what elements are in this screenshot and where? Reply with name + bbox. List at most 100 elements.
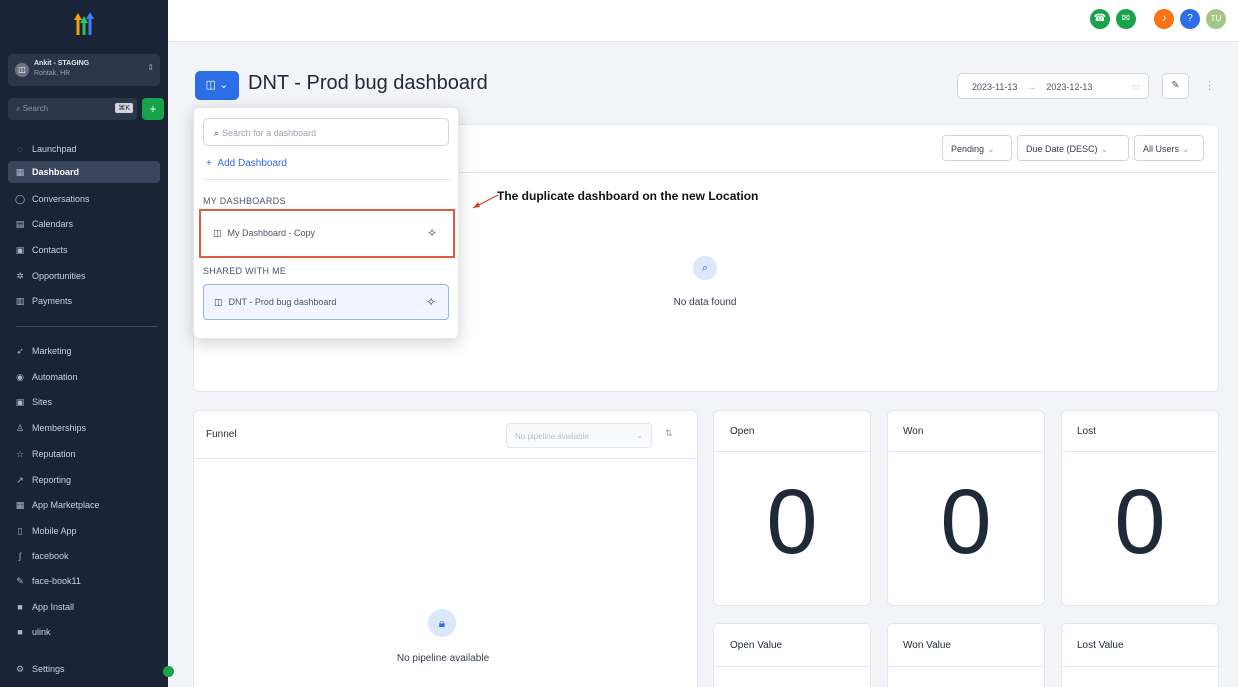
funnel-empty-text: No pipeline available — [396, 653, 490, 664]
sidebar-item-sites[interactable]: ▣ Sites — [8, 391, 160, 413]
sidebar-item-label: Dashboard — [32, 167, 80, 177]
sidebar-item-label: App Marketplace — [32, 500, 100, 510]
sidebar-item-conversations[interactable]: ◯ Conversations — [8, 188, 160, 210]
funnel-title: Funnel — [206, 429, 237, 440]
sidebar-item-label: Mobile App — [32, 526, 77, 536]
sidebar-item-dashboard[interactable]: ▦ Dashboard — [8, 161, 160, 183]
quick-add-button[interactable]: + — [142, 98, 164, 120]
megaphone-icon[interactable]: ✉ — [1116, 9, 1136, 29]
dashboard-item-dnt-prod-bug[interactable]: ◫ DNT - Prod bug dashboard ✧ — [203, 284, 449, 320]
calendar-icon: ▭ — [1131, 81, 1140, 91]
card-divider — [714, 666, 870, 667]
pencil-icon: ✎ — [1171, 80, 1180, 91]
users-filter-select[interactable]: All Users ⌄ — [1134, 135, 1204, 161]
layout-icon: ◫ — [214, 297, 223, 307]
sidebar-item-mobile-app[interactable]: ▯ Mobile App — [8, 520, 160, 542]
annotation-arrow — [472, 194, 499, 209]
sidebar-item-reputation[interactable]: ☆ Reputation — [8, 443, 160, 465]
pipeline-select[interactable]: No pipeline available ⌄ — [506, 423, 652, 448]
search-placeholder: Search — [22, 104, 49, 113]
collapse-sidebar-handle[interactable] — [163, 666, 174, 677]
chevron-down-icon: ⌄ — [987, 144, 995, 154]
sidebar-item-label: Sites — [32, 397, 53, 407]
chart-icon: ↗ — [16, 474, 24, 485]
open-title: Open — [730, 426, 755, 437]
sidebar-item-label: Automation — [32, 372, 78, 382]
sidebar-item-label: Contacts — [32, 245, 68, 255]
account-name: Ankit - STAGING — [34, 60, 90, 67]
sidebar-item-reporting[interactable]: ↗ Reporting — [8, 469, 160, 491]
sidebar-item-contacts[interactable]: ▣ Contacts — [8, 239, 160, 261]
card-divider — [888, 666, 1044, 667]
add-dashboard-button[interactable]: + Add Dashboard — [206, 158, 287, 169]
open-value-card — [713, 623, 871, 687]
sidebar-item-launchpad[interactable]: ◌ Launchpad — [8, 138, 160, 160]
lost-count: 0 — [1114, 471, 1166, 573]
apps-icon: ▦ — [15, 499, 25, 510]
open-count: 0 — [766, 471, 818, 573]
status-filter-value: Pending — [951, 144, 985, 154]
dropdown-divider — [203, 179, 451, 180]
swap-icon[interactable]: ⇅ — [665, 428, 673, 439]
account-location: Rohtak, HR — [34, 70, 71, 77]
dashboard-search-input[interactable]: ⌕ Search for a dashboard — [203, 118, 449, 146]
my-dashboards-header: MY DASHBOARDS — [203, 196, 286, 206]
lost-value-title: Lost Value — [1077, 640, 1124, 651]
sort-select[interactable]: Due Date (DESC) ⌄ — [1017, 135, 1129, 161]
edit-button[interactable]: ✎ — [1162, 73, 1189, 99]
chat-icon: ◯ — [14, 193, 26, 204]
sidebar-item-face-book11[interactable]: ✎ face-book11 — [8, 570, 160, 592]
sidebar-item-ulink[interactable]: ■ ulink — [8, 621, 160, 643]
payments-icon: ▥ — [15, 295, 25, 306]
status-filter-select[interactable]: Pending ⌄ — [942, 135, 1012, 161]
brush-icon: ✎ — [16, 575, 24, 586]
more-options-icon[interactable]: ⋮ — [1204, 79, 1215, 92]
sidebar-item-label: Marketing — [32, 346, 72, 356]
sidebar-item-opportunities[interactable]: ✲ Opportunities — [8, 265, 160, 287]
arrow-right-icon: → — [1027, 82, 1037, 92]
sidebar-item-automation[interactable]: ◉ Automation — [8, 366, 160, 388]
sidebar-item-facebook[interactable]: ʃ facebook — [8, 545, 160, 567]
sidebar-item-label: face-book11 — [32, 576, 81, 586]
sidebar-item-memberships[interactable]: ♙ Memberships — [8, 417, 160, 439]
open-value-title: Open Value — [730, 640, 783, 651]
facebook-icon: ʃ — [19, 551, 21, 561]
sidebar-item-payments[interactable]: ▥ Payments — [8, 290, 160, 312]
account-switcher[interactable]: ◫ Ankit - STAGING Rohtak, HR ⇕ — [8, 54, 160, 86]
chevron-down-icon: ⌄ — [1182, 144, 1190, 154]
contacts-icon: ▣ — [15, 244, 25, 255]
date-to: 2023-12-13 — [1046, 82, 1093, 92]
star-icon: ☆ — [15, 448, 25, 459]
lost-value-card — [1061, 623, 1219, 687]
memberships-icon: ♙ — [15, 422, 25, 433]
sidebar-item-marketing[interactable]: ➶ Marketing — [8, 340, 160, 362]
pin-icon[interactable]: ✧ — [426, 295, 436, 309]
pipeline-placeholder: No pipeline available — [515, 432, 589, 441]
sidebar-item-app-marketplace[interactable]: ▦ App Marketplace — [8, 494, 160, 516]
won-count: 0 — [940, 471, 992, 573]
app-logo — [74, 12, 94, 35]
shortcut-badge: ⌘K — [115, 103, 133, 113]
dashboard-item-label: DNT - Prod bug dashboard — [228, 297, 337, 307]
sidebar-item-settings[interactable]: ⚙ Settings — [8, 658, 160, 680]
help-icon[interactable]: ? — [1180, 9, 1200, 29]
dashboard-switcher-button[interactable]: ◫ ⌄ — [195, 71, 239, 100]
sidebar-item-calendars[interactable]: ▤ Calendars — [8, 213, 160, 235]
top-bar: ☎ ✉ ♪ ? TU — [168, 0, 1238, 42]
calendar-icon: ▤ — [15, 218, 25, 229]
avatar-initials: TU — [1210, 14, 1222, 23]
plus-icon: + — [206, 158, 212, 169]
user-avatar[interactable]: TU — [1206, 9, 1226, 29]
lost-title: Lost — [1077, 426, 1096, 437]
card-divider — [888, 451, 1044, 452]
sidebar-item-app-install[interactable]: ■ App Install — [8, 596, 160, 618]
sidebar-search-input[interactable]: ⌕ Search ⌘K — [8, 98, 137, 120]
won-title: Won — [903, 426, 924, 437]
sidebar-item-label: Payments — [32, 296, 73, 306]
search-icon: ⌕ — [16, 104, 21, 113]
date-from: 2023-11-13 — [972, 82, 1018, 92]
add-dashboard-label: Add Dashboard — [217, 158, 287, 169]
phone-icon[interactable]: ☎ — [1090, 9, 1110, 29]
date-range-picker[interactable]: 2023-11-13 → 2023-12-13 ▭ — [957, 73, 1149, 99]
notifications-icon[interactable]: ♪ — [1154, 9, 1174, 29]
